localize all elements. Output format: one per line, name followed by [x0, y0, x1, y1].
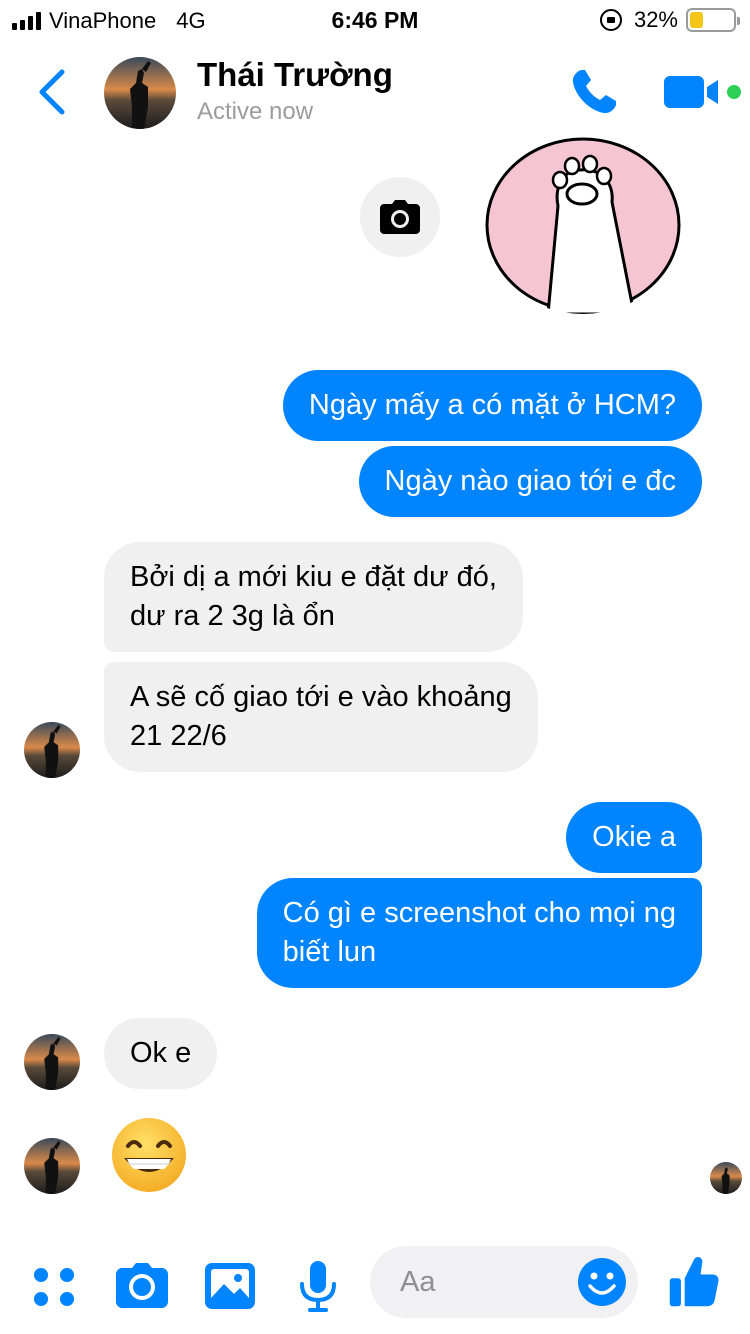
rotation-lock-icon [599, 9, 622, 31]
message-bubble-received[interactable]: Bởi dị a mới kiu e đặt dư đó, dư ra 2 3g… [104, 542, 523, 652]
message-bubble-sent[interactable]: Okie a [566, 802, 702, 873]
grinning-face-icon[interactable] [110, 1116, 188, 1194]
apps-icon[interactable] [26, 1258, 82, 1314]
chevron-left-icon[interactable] [34, 68, 70, 116]
message-bubble-sent[interactable]: Ngày mấy a có mặt ở HCM? [282, 370, 702, 441]
camera-shortcut-button[interactable] [360, 177, 440, 257]
media-message [0, 137, 750, 320]
message-line: biết lun [282, 936, 377, 968]
message-input[interactable] [400, 1246, 580, 1318]
phone-icon[interactable] [568, 66, 620, 118]
smiley-icon[interactable] [576, 1256, 628, 1308]
avatar [24, 1138, 80, 1194]
message-bubble-received[interactable]: Ok e [104, 1018, 218, 1089]
contact-status: Active now [197, 98, 314, 125]
message-composer [0, 1240, 750, 1334]
microphone-icon[interactable] [290, 1258, 346, 1314]
message-bubble-sent[interactable]: Có gì e screenshot cho mọi ng biết lun [256, 878, 702, 988]
camera-icon[interactable] [114, 1258, 170, 1314]
battery-percent: 32% [633, 7, 678, 32]
message-input-container[interactable] [370, 1246, 638, 1318]
message-line: 21 22/6 [130, 720, 227, 752]
avatar[interactable] [104, 57, 176, 129]
avatar [24, 1034, 80, 1090]
conversation-header: Thái Trường Active now [0, 40, 750, 148]
shared-image[interactable] [484, 136, 682, 314]
message-line: Bởi dị a mới kiu e đặt dư đó, [130, 561, 497, 593]
thumbs-up-icon[interactable] [666, 1254, 722, 1310]
video-camera-icon[interactable] [662, 70, 742, 114]
message-bubble-sent[interactable]: Ngày nào giao tới e đc [358, 446, 702, 517]
read-receipt-avatar [710, 1162, 742, 1194]
camera-icon [380, 200, 420, 234]
message-line: Có gì e screenshot cho mọi ng [282, 897, 676, 929]
battery-icon [686, 8, 740, 32]
message-bubble-received[interactable]: A sẽ cố giao tới e vào khoảng 21 22/6 [104, 662, 538, 772]
message-line: dư ra 2 3g là ổn [130, 600, 335, 632]
message-line: A sẽ cố giao tới e vào khoảng [130, 681, 512, 713]
image-icon[interactable] [202, 1258, 258, 1314]
contact-name[interactable]: Thái Trường [197, 56, 393, 94]
avatar [24, 722, 80, 778]
status-bar: VinaPhone 4G 6:46 PM 32% [0, 0, 750, 40]
